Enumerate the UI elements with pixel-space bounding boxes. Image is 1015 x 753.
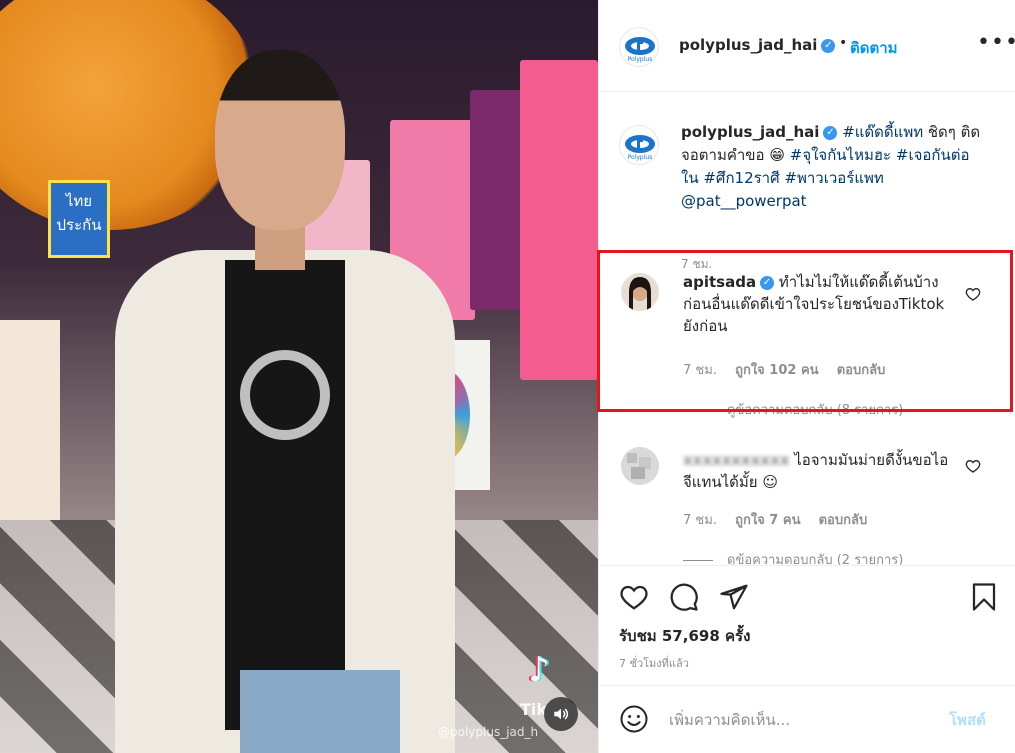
share-button[interactable] (717, 580, 751, 614)
comment-bubble-icon (670, 583, 698, 611)
separator-dot: • (839, 35, 848, 51)
verified-badge-icon: ✓ (823, 125, 838, 140)
comment-meta: 7 ชม. ถูกใจ 7 คน ตอบกลับ (683, 509, 881, 530)
follow-button[interactable]: ติดตาม (850, 36, 898, 60)
commenter-avatar[interactable] (621, 447, 659, 485)
presenter-jeans (240, 670, 400, 753)
highlight-annotation-box (597, 250, 1013, 412)
hashtag-link[interactable]: #พาวเวอร์แพท (784, 169, 883, 187)
caption-text: polyplus_jad_hai ✓ #แด๊ดดี้แพท ชิดๆ ติดจอ… (681, 121, 981, 213)
stage-podium (0, 320, 60, 520)
comment-text: xxxxxxxxxxx ไอจามมันม่ายดีงั้นขอไอจีแทนไ… (683, 449, 953, 493)
svg-text:Polyplus: Polyplus (628, 154, 653, 161)
comment-like-count[interactable]: ถูกใจ 7 คน (735, 513, 800, 528)
reply-button[interactable]: ตอบกลับ (819, 513, 868, 528)
blurred-avatar-icon (621, 447, 659, 485)
bookmark-icon (972, 583, 996, 611)
like-button[interactable] (617, 580, 651, 614)
like-comment-button[interactable] (965, 458, 981, 474)
tiktok-handle-watermark: @polyplus_jad_h (438, 725, 539, 739)
verified-badge-icon: ✓ (821, 38, 836, 53)
more-options-icon[interactable]: ••• (977, 32, 1015, 54)
hashtag-link[interactable]: #ศึก12ราศี (703, 169, 779, 187)
view-replies-label[interactable]: ดูข้อความตอบกลับ (2 รายการ) (727, 553, 903, 565)
stage-set-piece (520, 60, 598, 380)
replies-divider (683, 560, 713, 561)
smiley-icon (620, 705, 648, 733)
comment-timestamp: 7 ชม. (683, 513, 717, 528)
paper-plane-icon (720, 584, 748, 610)
heart-outline-icon (620, 585, 648, 610)
header-username[interactable]: polyplus_jad_hai ✓ (679, 36, 836, 54)
emoji-button[interactable] (619, 704, 649, 734)
video-presenter (100, 20, 460, 753)
polyplus-logo-icon: Polyplus (625, 135, 655, 161)
caption-username[interactable]: polyplus_jad_hai (681, 123, 819, 141)
post-actions: รับชม 57,698 ครั้ง 7 ชั่วโมงที่แล้ว (599, 565, 1015, 685)
view-replies-button[interactable]: ดูข้อความตอบกลับ (2 รายการ) (683, 549, 903, 565)
stage-set-piece (470, 90, 525, 310)
hashtag-link[interactable]: #แด๊ดดี้แพท (842, 123, 923, 141)
save-button[interactable] (967, 580, 1001, 614)
comment-button[interactable] (667, 580, 701, 614)
presenter-tshirt (225, 260, 345, 730)
add-comment-input[interactable] (669, 708, 939, 732)
video-player[interactable]: ไทย ประกัน ♪ Tik @polyplus_jad_h (0, 0, 598, 753)
comment-username-redacted[interactable]: xxxxxxxxxxx (683, 451, 789, 469)
speaker-icon (554, 708, 569, 720)
tiktok-watermark: Tik (520, 700, 548, 719)
hashtag-link[interactable]: #จุใจกันไหมฮะ (790, 146, 891, 164)
post-timestamp: 7 ชั่วโมงที่แล้ว (619, 657, 689, 670)
tshirt-print (240, 350, 330, 440)
post-comment-button[interactable]: โพสต์ (949, 708, 986, 732)
view-count[interactable]: รับชม 57,698 ครั้ง (619, 624, 750, 648)
mention-link[interactable]: @pat__powerpat (681, 192, 807, 210)
svg-text:Polyplus: Polyplus (628, 56, 653, 63)
sound-toggle-button[interactable] (544, 697, 578, 731)
profile-avatar[interactable]: Polyplus (619, 27, 659, 67)
presenter-head (215, 50, 345, 230)
tiktok-logo-icon: ♪ (528, 650, 550, 690)
caption-avatar[interactable]: Polyplus (619, 125, 659, 165)
header-username-text[interactable]: polyplus_jad_hai (679, 36, 817, 54)
post-header: Polyplus polyplus_jad_hai ✓ • ติดตาม ••• (599, 0, 1015, 92)
add-comment-bar: โพสต์ (599, 685, 1015, 753)
heart-outline-icon (965, 459, 981, 473)
polyplus-logo-icon: Polyplus (625, 37, 655, 63)
